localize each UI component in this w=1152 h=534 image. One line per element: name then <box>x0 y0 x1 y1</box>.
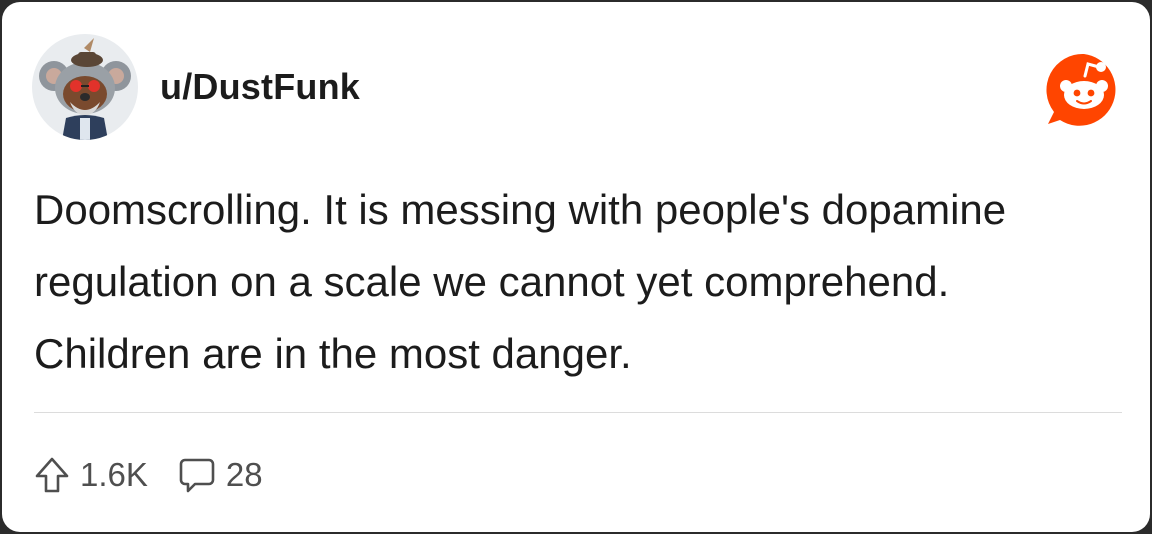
post-body-line: Children are in the most danger. <box>34 330 632 377</box>
comment-count: 28 <box>225 456 263 493</box>
post-card: u/DustFunk Doomscrolling. It is messing … <box>2 2 1150 532</box>
user-avatar[interactable] <box>32 34 138 140</box>
comments-button[interactable]: 28 <box>178 456 263 494</box>
divider <box>34 412 1122 413</box>
reddit-logo-icon[interactable] <box>1044 50 1124 130</box>
post-body-line: regulation on a scale we cannot yet comp… <box>34 258 950 305</box>
upvote-count: 1.6K <box>80 456 148 493</box>
reddit-snoo-icon <box>1046 53 1116 126</box>
post-actions: 1.6K 28 <box>34 450 263 500</box>
upvote-button[interactable]: 1.6K <box>34 456 148 494</box>
post-body: Doomscrolling. It is messing with people… <box>34 174 1114 390</box>
comment-bubble-icon <box>179 458 215 493</box>
post-body-line: Doomscrolling. It is messing with people… <box>34 186 1007 233</box>
koala-avatar-icon <box>39 38 131 140</box>
username[interactable]: u/DustFunk <box>160 66 360 108</box>
upvote-arrow-icon <box>35 457 69 493</box>
